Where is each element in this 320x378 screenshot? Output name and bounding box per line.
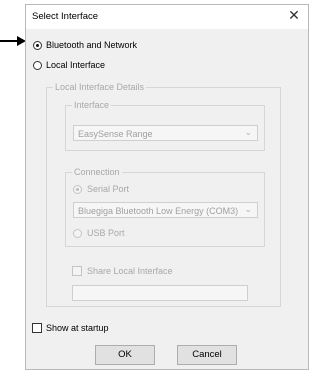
cancel-button[interactable]: Cancel [177, 345, 237, 365]
arrow-right-icon [0, 36, 26, 46]
interface-select-value: EasySense Range [78, 129, 153, 139]
close-icon[interactable]: ✕ [286, 7, 302, 24]
usb-port-label[interactable]: USB Port [87, 228, 125, 238]
serial-port-radio[interactable] [73, 185, 82, 194]
local-interface-details-group: Local Interface Details Interface EasySe… [46, 82, 281, 307]
share-local-interface-checkbox[interactable] [72, 266, 82, 276]
local-interface-details-legend: Local Interface Details [53, 82, 147, 92]
interface-group: Interface EasySense Range ⌄ [65, 100, 265, 151]
ok-button[interactable]: OK [95, 345, 155, 365]
interface-select[interactable]: EasySense Range ⌄ [73, 125, 258, 141]
serial-port-select[interactable]: Bluegiga Bluetooth Low Energy (COM3) ⌄ [73, 202, 258, 218]
connection-group: Connection Serial Port Bluegiga Bluetoot… [65, 167, 265, 247]
show-at-startup-label[interactable]: Show at startup [46, 323, 109, 333]
serial-port-select-value: Bluegiga Bluetooth Low Energy (COM3) [78, 206, 239, 216]
dialog-title: Select Interface [32, 11, 99, 22]
title-bar: Select Interface ✕ [26, 5, 308, 29]
bluetooth-network-radio[interactable] [33, 41, 42, 50]
show-at-startup-checkbox[interactable] [32, 323, 42, 333]
chevron-down-icon: ⌄ [244, 204, 252, 214]
share-local-interface-textbox[interactable] [72, 285, 248, 301]
share-local-interface-label[interactable]: Share Local Interface [87, 266, 173, 276]
local-interface-label[interactable]: Local Interface [46, 60, 105, 70]
usb-port-radio[interactable] [73, 229, 82, 238]
serial-port-label[interactable]: Serial Port [87, 184, 129, 194]
interface-legend: Interface [72, 100, 112, 110]
bluetooth-network-label[interactable]: Bluetooth and Network [46, 40, 137, 50]
select-interface-dialog: Select Interface ✕ Bluetooth and Network… [25, 4, 309, 370]
local-interface-radio[interactable] [33, 61, 42, 70]
chevron-down-icon: ⌄ [244, 127, 252, 137]
connection-legend: Connection [72, 167, 122, 177]
